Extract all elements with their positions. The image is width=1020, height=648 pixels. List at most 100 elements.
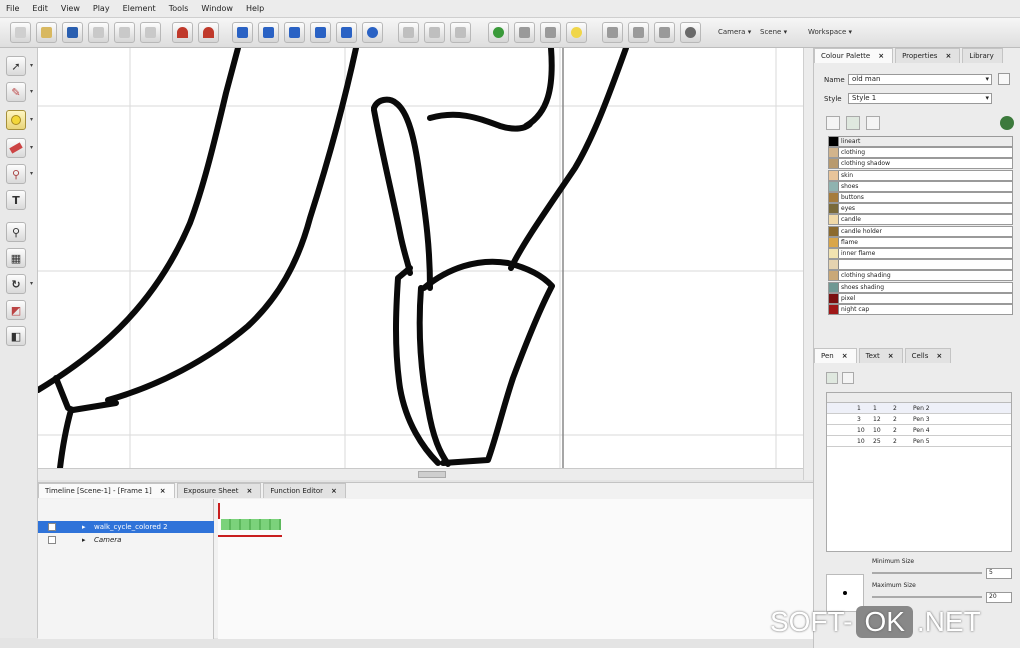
- contour-editor-tool[interactable]: ✎: [6, 82, 26, 102]
- contour-tool-menu-icon[interactable]: ▾: [30, 88, 33, 95]
- menu-view[interactable]: View: [61, 4, 80, 13]
- colour-swatch-row[interactable]: flame: [828, 236, 1013, 248]
- add-colour-button[interactable]: [826, 116, 840, 130]
- first-frame-button[interactable]: [232, 22, 253, 43]
- rotate-tool-menu-icon[interactable]: ▾: [30, 280, 33, 287]
- eraser-tool-menu-icon[interactable]: ▾: [30, 144, 33, 151]
- close-icon[interactable]: ×: [878, 52, 884, 60]
- undo-button[interactable]: [172, 22, 193, 43]
- paint-tool-menu-icon[interactable]: ▾: [30, 170, 33, 177]
- paste-button[interactable]: [140, 22, 161, 43]
- layer-visibility-checkbox[interactable]: [48, 536, 56, 544]
- menu-window[interactable]: Window: [201, 4, 233, 13]
- delete-colour-button[interactable]: [866, 116, 880, 130]
- tab-exposure-sheet[interactable]: Exposure Sheet ×: [176, 483, 262, 498]
- delete-pen-button[interactable]: [842, 372, 854, 384]
- menu-edit[interactable]: Edit: [32, 4, 48, 13]
- close-icon[interactable]: ×: [246, 487, 252, 495]
- colour-swatch-row[interactable]: lineart: [828, 136, 1013, 147]
- close-icon[interactable]: ×: [842, 352, 848, 360]
- paint-mode-button[interactable]: [488, 22, 509, 43]
- zoom-tool[interactable]: ◧: [6, 326, 26, 346]
- grid-button[interactable]: [424, 22, 445, 43]
- min-size-slider[interactable]: [872, 572, 982, 574]
- pen-row[interactable]: 3 12 2 Pen 3: [827, 414, 1011, 425]
- colour-swatch-row[interactable]: skin: [828, 169, 1013, 181]
- new-scene-button[interactable]: [10, 22, 31, 43]
- layer-row[interactable]: ▸ Camera: [38, 534, 214, 546]
- drawing-canvas[interactable]: [38, 48, 803, 468]
- pen-row[interactable]: 1 1 2 Pen 2: [827, 403, 1011, 414]
- pen-row[interactable]: 10 10 2 Pen 4: [827, 425, 1011, 436]
- menu-element[interactable]: Element: [123, 4, 156, 13]
- loop-button[interactable]: [362, 22, 383, 43]
- eraser-tool[interactable]: [6, 138, 26, 158]
- close-icon[interactable]: ×: [888, 352, 894, 360]
- colour-swatch-row[interactable]: clothing: [828, 147, 1013, 159]
- brush-mode-button[interactable]: [514, 22, 535, 43]
- select-tool-menu-icon[interactable]: ▾: [30, 62, 33, 69]
- onion-skin-button[interactable]: [398, 22, 419, 43]
- palette-name-dropdown[interactable]: old man ▾: [848, 74, 992, 85]
- tab-timeline[interactable]: Timeline [Scene-1] - [Frame 1] ×: [38, 483, 175, 498]
- layer-visibility-checkbox[interactable]: [48, 523, 56, 531]
- colour-swatch-row[interactable]: buttons: [828, 192, 1013, 203]
- colour-swatch-row[interactable]: inner flame: [828, 248, 1013, 259]
- close-icon[interactable]: ×: [331, 487, 337, 495]
- colour-swatch-row[interactable]: shoes: [828, 180, 1013, 192]
- colour-swatch-row[interactable]: eyes: [828, 203, 1013, 215]
- colour-swatch-row[interactable]: shoes shading: [828, 281, 1013, 293]
- rotate-tool[interactable]: ↻: [6, 274, 26, 294]
- menu-help[interactable]: Help: [246, 4, 264, 13]
- max-size-field[interactable]: 20: [986, 592, 1012, 603]
- pen-row[interactable]: 10 25 2 Pen 5: [827, 436, 1011, 447]
- colour-swatch-row[interactable]: pixel: [828, 292, 1013, 304]
- max-size-slider[interactable]: [872, 596, 982, 598]
- canvas-vertical-scrollbar[interactable]: [803, 48, 813, 480]
- playhead[interactable]: [218, 503, 220, 519]
- colour-options-icon[interactable]: [1000, 116, 1014, 130]
- brush-tool[interactable]: [6, 110, 26, 130]
- style-dropdown[interactable]: Style 1 ▾: [848, 93, 992, 104]
- select-tool[interactable]: ➚: [6, 56, 26, 76]
- exposed-frames[interactable]: [221, 519, 281, 530]
- camera-dropdown[interactable]: Camera ▾: [718, 28, 751, 36]
- light-bulb-button[interactable]: [566, 22, 587, 43]
- tab-text[interactable]: Text ×: [858, 348, 903, 363]
- colour-swatch-row[interactable]: clothing shading: [828, 270, 1013, 282]
- layer-name[interactable]: Camera: [94, 536, 121, 544]
- cut-button[interactable]: [88, 22, 109, 43]
- menu-file[interactable]: File: [6, 4, 19, 13]
- frame-grid[interactable]: [218, 499, 813, 639]
- tab-properties[interactable]: Properties ×: [895, 48, 961, 63]
- tab-colour-palette[interactable]: Colour Palette ×: [814, 48, 894, 63]
- min-size-field[interactable]: 5: [986, 568, 1012, 579]
- colour-swatch-row[interactable]: night cap: [828, 304, 1013, 315]
- menu-tools[interactable]: Tools: [169, 4, 189, 13]
- play-button[interactable]: [284, 22, 305, 43]
- colour-swatch-row[interactable]: candle holder: [828, 225, 1013, 237]
- save-button[interactable]: [62, 22, 83, 43]
- colour-swatch-row[interactable]: [828, 259, 1013, 271]
- colour-swatch-row[interactable]: clothing shadow: [828, 158, 1013, 170]
- next-frame-button[interactable]: [310, 22, 331, 43]
- last-frame-button[interactable]: [336, 22, 357, 43]
- tab-function-editor[interactable]: Function Editor ×: [263, 483, 346, 498]
- brush-tool-menu-icon[interactable]: ▾: [30, 116, 33, 123]
- previous-frame-button[interactable]: [258, 22, 279, 43]
- add-pen-button[interactable]: [826, 372, 838, 384]
- close-icon[interactable]: ×: [936, 352, 942, 360]
- scene-dropdown[interactable]: Scene ▾: [760, 28, 787, 36]
- copy-button[interactable]: [114, 22, 135, 43]
- open-button[interactable]: [36, 22, 57, 43]
- layer-row-selected[interactable]: ▸ walk_cycle_colored 2: [38, 521, 214, 533]
- workspace-dropdown[interactable]: Workspace ▾: [808, 28, 852, 36]
- text-tool[interactable]: T: [6, 190, 26, 210]
- colour-swatch-row[interactable]: candle: [828, 214, 1013, 226]
- paint-tool[interactable]: ⚲: [6, 164, 26, 184]
- smooth-button[interactable]: [628, 22, 649, 43]
- zoom-button[interactable]: [680, 22, 701, 43]
- canvas-horizontal-scroll-thumb[interactable]: [418, 471, 446, 478]
- morph-tool[interactable]: ◩: [6, 300, 26, 320]
- layer-name[interactable]: walk_cycle_colored 2: [94, 523, 168, 531]
